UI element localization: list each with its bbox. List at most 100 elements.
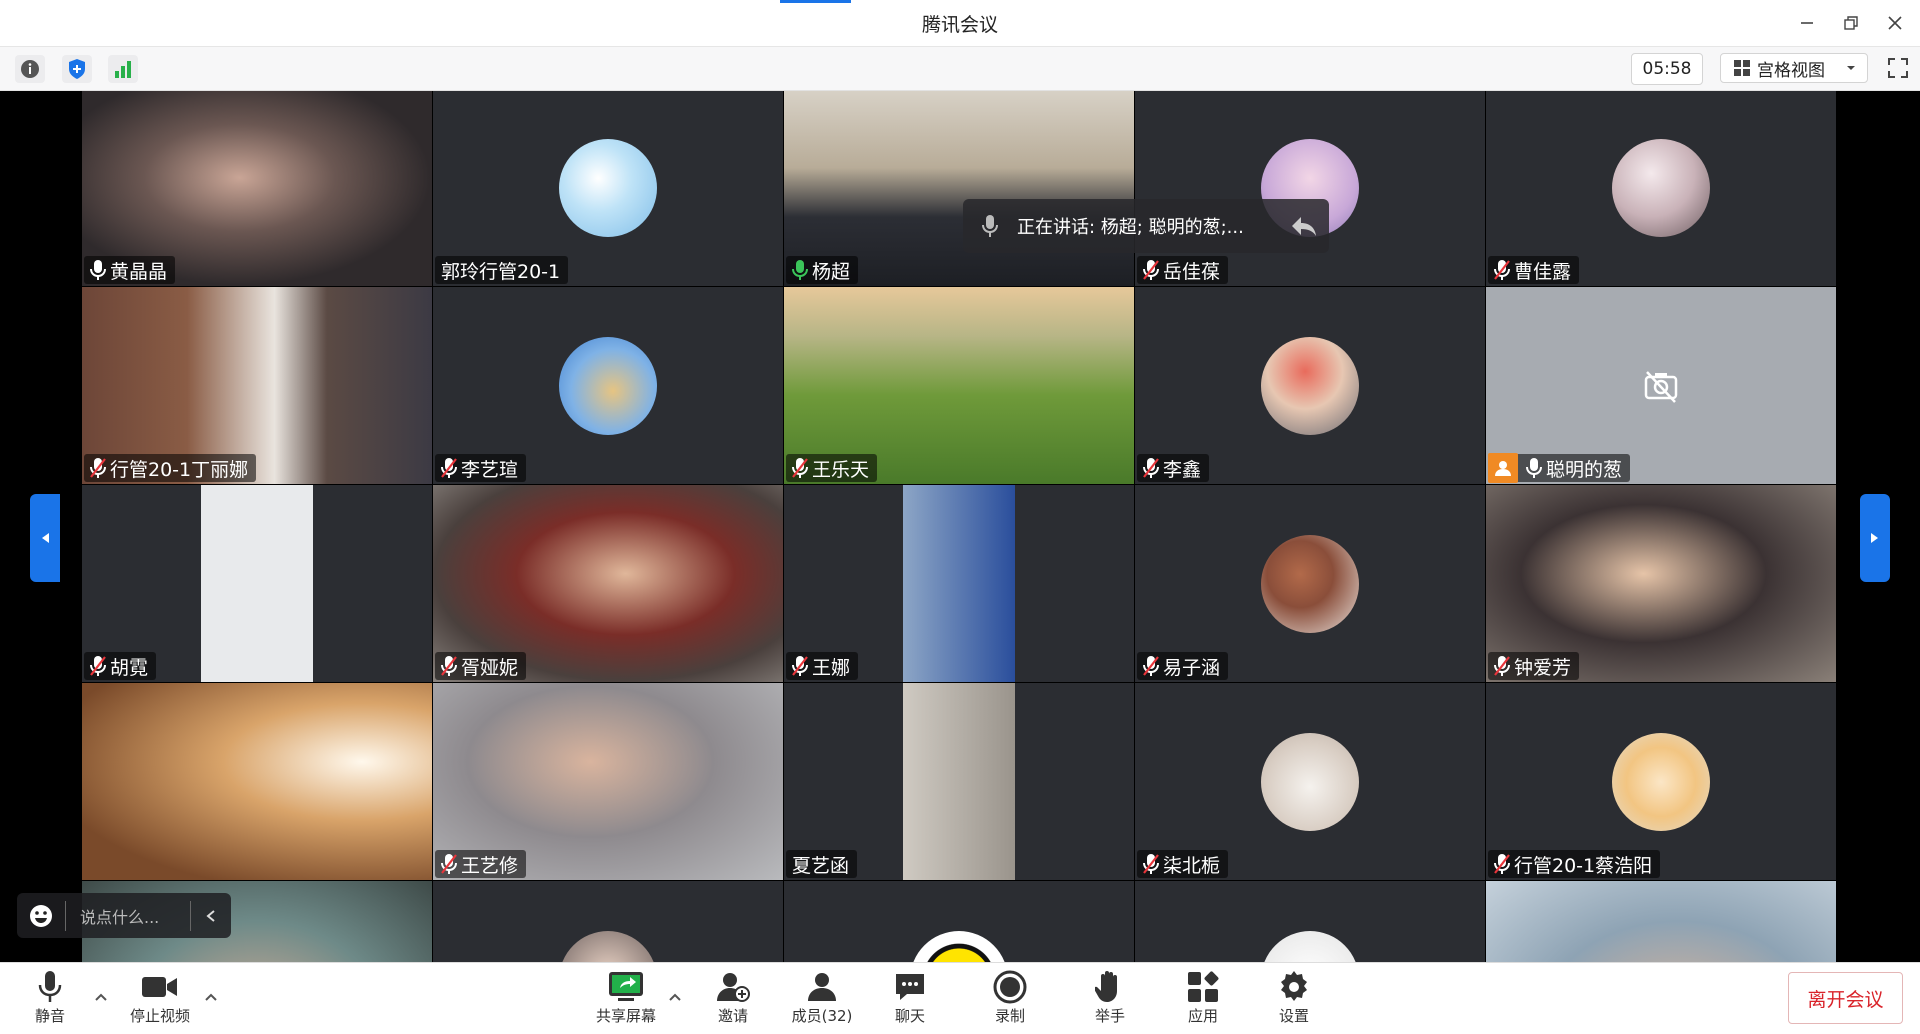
participant-tile[interactable]: 行管20-1蔡浩阳 bbox=[1486, 683, 1836, 880]
participant-tile[interactable]: 李艺瑄 bbox=[433, 287, 783, 484]
participant-tile[interactable]: 胥娅妮 bbox=[433, 485, 783, 682]
participant-name-bar: 曹佳露 bbox=[1488, 256, 1580, 284]
security-shield-icon[interactable] bbox=[62, 55, 92, 83]
gear-icon bbox=[1277, 969, 1311, 1005]
participant-tile[interactable] bbox=[1486, 881, 1836, 962]
participant-tile[interactable]: 柒北栀 bbox=[1135, 683, 1485, 880]
leave-meeting-button[interactable]: 离开会议 bbox=[1788, 972, 1903, 1024]
chevron-up-icon[interactable] bbox=[91, 987, 111, 1007]
participant-tile[interactable] bbox=[82, 683, 432, 880]
meeting-timer: 05:58 bbox=[1631, 53, 1703, 85]
participant-tile[interactable]: 岳佳葆 bbox=[1135, 91, 1485, 286]
record-label: 录制 bbox=[994, 1007, 1025, 1025]
settings-label: 设置 bbox=[1278, 1007, 1309, 1025]
minimize-icon[interactable] bbox=[1794, 10, 1820, 36]
participant-tile[interactable]: 李鑫 bbox=[1135, 287, 1485, 484]
network-signal-icon[interactable] bbox=[108, 55, 138, 83]
participant-name: 杨超 bbox=[812, 260, 851, 283]
participant-name: 聪明的葱 bbox=[1546, 458, 1623, 481]
apps-label: 应用 bbox=[1187, 1007, 1218, 1025]
mic-muted-icon bbox=[441, 853, 457, 875]
participant-name-bar: 聪明的葱 bbox=[1488, 453, 1631, 483]
share-screen-button[interactable]: 共享屏幕 bbox=[591, 969, 661, 1029]
speaking-text: 正在讲话: 杨超; 聪明的葱;... bbox=[1017, 217, 1244, 238]
participant-name: 王乐天 bbox=[812, 458, 870, 481]
chat-label: 聊天 bbox=[894, 1007, 925, 1025]
participant-name-bar: 岳佳葆 bbox=[1137, 256, 1229, 284]
microphone-icon bbox=[37, 969, 63, 1005]
prev-page-arrow-icon[interactable] bbox=[30, 494, 60, 582]
raise-hand-button[interactable]: 举手 bbox=[1075, 969, 1145, 1029]
participant-name: 夏艺函 bbox=[792, 854, 850, 877]
view-mode-label: 宫格视图 bbox=[1757, 60, 1825, 81]
participant-avatar bbox=[1261, 930, 1359, 962]
restore-icon[interactable] bbox=[1838, 10, 1864, 36]
participant-tile[interactable]: 易子涵 bbox=[1135, 485, 1485, 682]
participant-avatar bbox=[559, 930, 657, 962]
participant-name-bar: 郭玲行管20-1 bbox=[435, 256, 569, 284]
participant-name: 王娜 bbox=[812, 656, 851, 679]
apps-button[interactable]: 应用 bbox=[1168, 969, 1238, 1029]
participant-tile[interactable]: 钟爱芳 bbox=[1486, 485, 1836, 682]
chevron-left-icon[interactable] bbox=[190, 900, 231, 931]
mute-button[interactable]: 静音 bbox=[15, 969, 85, 1029]
participant-tile[interactable]: 杨超 bbox=[784, 91, 1134, 286]
members-button[interactable]: 成员(32) bbox=[786, 969, 858, 1029]
stop-video-button[interactable]: 停止视频 bbox=[124, 969, 196, 1029]
window-title: 腾讯会议 bbox=[921, 14, 998, 36]
invite-button[interactable]: 邀请 bbox=[698, 969, 768, 1029]
mute-label: 静音 bbox=[34, 1007, 65, 1025]
participant-tile[interactable]: 曹佳露 bbox=[1486, 91, 1836, 286]
participant-tile[interactable]: 行管20-1丁丽娜 bbox=[82, 287, 432, 484]
participant-tile[interactable]: 胡霓 bbox=[82, 485, 432, 682]
view-mode-dropdown[interactable]: 宫格视图 bbox=[1720, 53, 1868, 83]
record-button[interactable]: 录制 bbox=[975, 969, 1045, 1029]
participant-tile[interactable] bbox=[1135, 881, 1485, 962]
settings-button[interactable]: 设置 bbox=[1259, 969, 1329, 1029]
participant-tile[interactable]: 郭玲行管20-1 bbox=[433, 91, 783, 286]
participant-avatar bbox=[1261, 732, 1359, 831]
mic-muted-icon bbox=[1143, 457, 1159, 479]
participant-video bbox=[82, 683, 432, 880]
mic-icon bbox=[963, 214, 1017, 238]
participant-name-bar: 易子涵 bbox=[1137, 652, 1229, 680]
participant-name-bar: 行管20-1蔡浩阳 bbox=[1488, 850, 1661, 878]
participant-name: 胥娅妮 bbox=[461, 656, 519, 679]
members-icon bbox=[806, 969, 838, 1005]
mic-muted-icon bbox=[90, 457, 106, 479]
share-screen-label: 共享屏幕 bbox=[595, 1007, 656, 1025]
record-icon bbox=[993, 969, 1027, 1005]
meeting-toolbar: 05:58 宫格视图 bbox=[0, 47, 1920, 91]
share-screen-icon bbox=[608, 969, 644, 1005]
participant-tile[interactable]: 黄晶晶 bbox=[82, 91, 432, 286]
stop-video-label: 停止视频 bbox=[129, 1007, 190, 1025]
chat-input[interactable]: 说点什么... bbox=[17, 893, 231, 938]
chat-button[interactable]: 聊天 bbox=[875, 969, 945, 1029]
participant-name-bar: 夏艺函 bbox=[786, 850, 858, 878]
next-page-arrow-icon[interactable] bbox=[1860, 494, 1890, 582]
chevron-up-icon[interactable] bbox=[201, 987, 221, 1007]
emoji-icon[interactable] bbox=[17, 904, 65, 928]
participant-name-bar: 李鑫 bbox=[1137, 454, 1210, 482]
participant-name-bar: 行管20-1丁丽娜 bbox=[84, 454, 257, 482]
chevron-up-icon[interactable] bbox=[665, 987, 685, 1007]
title-accent bbox=[780, 0, 851, 3]
close-icon[interactable] bbox=[1882, 10, 1908, 36]
participant-name: 郭玲行管20-1 bbox=[441, 260, 561, 283]
fullscreen-icon[interactable] bbox=[1885, 55, 1911, 81]
participant-tile[interactable]: 王艺修 bbox=[433, 683, 783, 880]
mic-muted-icon bbox=[1494, 853, 1510, 875]
chat-placeholder: 说点什么... bbox=[80, 907, 160, 927]
members-label: 成员(32) bbox=[791, 1007, 853, 1025]
participant-tile[interactable]: 聪明的葱 bbox=[1486, 287, 1836, 484]
info-icon[interactable] bbox=[15, 55, 45, 83]
collapse-arrow-icon[interactable] bbox=[1289, 211, 1319, 246]
participant-tile[interactable]: 王娜 bbox=[784, 485, 1134, 682]
participant-tile[interactable]: 王乐天 bbox=[784, 287, 1134, 484]
participant-name-bar: 王艺修 bbox=[435, 850, 527, 878]
participant-tile[interactable] bbox=[784, 881, 1134, 962]
participant-tile[interactable]: 夏艺函 bbox=[784, 683, 1134, 880]
mic-muted-icon bbox=[1143, 655, 1159, 677]
raise-hand-label: 举手 bbox=[1094, 1007, 1125, 1025]
participant-tile[interactable] bbox=[433, 881, 783, 962]
